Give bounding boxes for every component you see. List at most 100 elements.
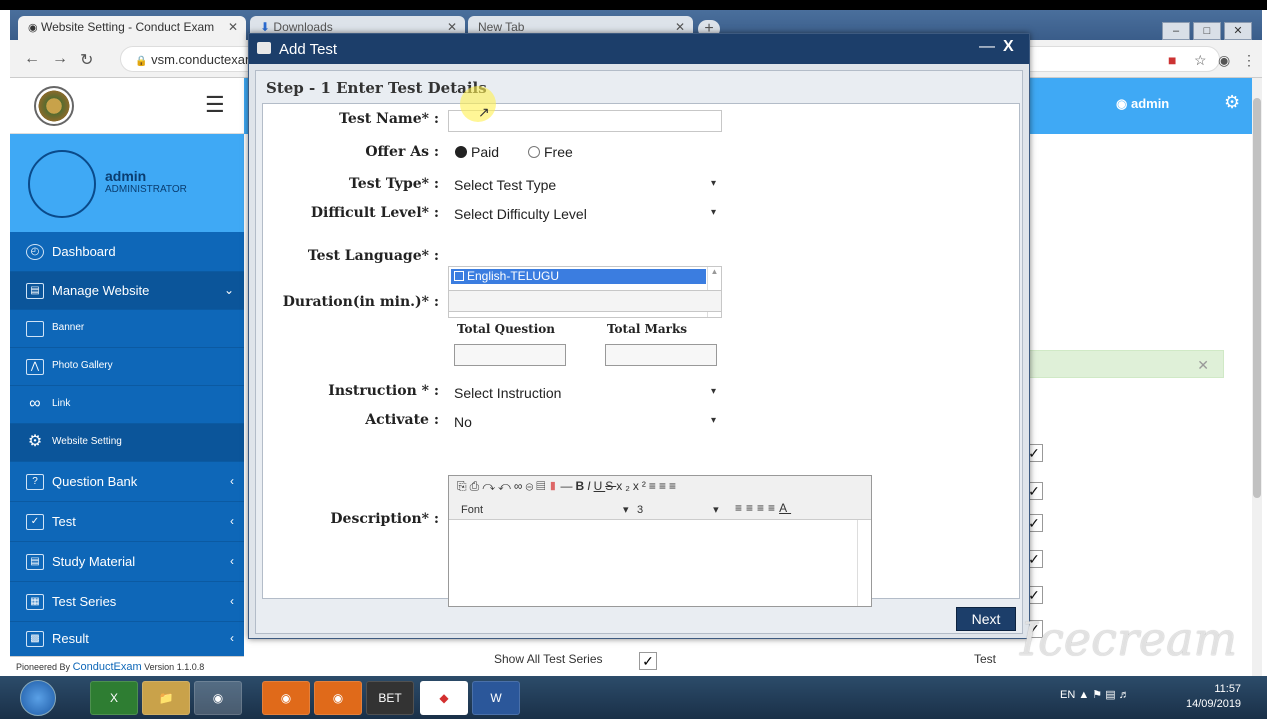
show-all-test-series-label: Show All Test Series [494, 652, 603, 666]
close-icon[interactable]: ✕ [228, 20, 238, 34]
extension-icon[interactable]: ■ [1168, 52, 1176, 68]
font-size-label: 3 [637, 504, 644, 516]
minimize-window-button[interactable]: – [1162, 22, 1190, 40]
tab-website-setting[interactable]: ◉ Website Setting - Conduct Exam ✕ [18, 16, 246, 40]
page-scrollbar[interactable] [1252, 78, 1262, 676]
outdent-icon[interactable]: ≡ [757, 501, 768, 515]
align-left-icon[interactable]: ≡ [649, 479, 659, 493]
total-question-label: Total Question [457, 322, 556, 336]
copy-icon[interactable]: ⎘ [457, 479, 470, 493]
file-explorer-icon[interactable]: 📁 [142, 681, 190, 715]
link-icon[interactable]: ∞ [514, 479, 526, 493]
edit-form-icon [257, 42, 271, 54]
numbered-list-icon[interactable]: ≡ [735, 501, 746, 515]
font-size-select[interactable]: 3 ▾ [637, 503, 719, 516]
subscript-icon[interactable]: x₂ [616, 479, 633, 493]
next-button[interactable]: Next [956, 607, 1016, 631]
flag-icon[interactable]: ⚑ [1092, 689, 1102, 701]
capture-icon[interactable]: ◉ [314, 681, 362, 715]
sidebar: ☰ admin ADMINISTRATOR ◴ Dashboard ▤ Mana… [10, 78, 244, 656]
sidebar-item-manage-website[interactable]: ▤ Manage Website ⌄ [10, 272, 244, 310]
difficulty-level-select[interactable]: Select Difficulty Level ▾ [448, 203, 722, 225]
sidebar-item-study-material[interactable]: ▤ Study Material ‹ [10, 542, 244, 582]
dropdown-caret-icon: ▾ [713, 504, 719, 516]
redo-icon[interactable]: ↷ [482, 479, 498, 493]
close-icon[interactable]: ✕ [447, 20, 457, 34]
eraser-icon[interactable]: ▮ [548, 479, 560, 493]
editor-toolbar-row-1: ⎘⎙↷↶∞⊜▤▮—BIUSx₂x²≡≡≡ [449, 476, 871, 498]
align-right-icon[interactable]: ≡ [669, 479, 679, 493]
chrome-icon[interactable]: ◉ [194, 681, 242, 715]
undo-icon[interactable]: ↶ [498, 479, 514, 493]
total-question-input[interactable] [454, 344, 566, 366]
close-icon[interactable]: ✕ [675, 20, 685, 34]
description-rich-text-editor[interactable]: ⎘⎙↷↶∞⊜▤▮—BIUSx₂x²≡≡≡ Font ▾ 3 ▾ ≡≡≡≡A [448, 475, 872, 607]
bullet-list-icon[interactable]: ≡ [746, 501, 757, 515]
bold-icon[interactable]: B [576, 479, 588, 493]
instruction-select[interactable]: Select Instruction ▾ [448, 382, 722, 404]
indent-icon[interactable]: ≡ [768, 501, 779, 515]
tray-up-arrow-icon[interactable]: ▲ [1078, 689, 1089, 701]
reload-icon[interactable]: ↻ [80, 50, 93, 70]
close-icon[interactable]: ✕ [1197, 357, 1209, 374]
close-window-button[interactable]: ✕ [1224, 22, 1252, 40]
strikethrough-icon[interactable]: S [605, 479, 616, 493]
show-all-test-series-checkbox[interactable]: ✓ [639, 652, 657, 670]
profile-icon[interactable]: ◉ [1218, 52, 1230, 69]
align-center-icon[interactable]: ≡ [659, 479, 669, 493]
test-type-value: Select Test Type [454, 177, 557, 193]
user-role: ADMINISTRATOR [105, 184, 187, 195]
settings-gear-icon[interactable]: ⚙ [1224, 92, 1240, 113]
header-user[interactable]: ◉ admin [1116, 96, 1169, 112]
menu-kebab-icon[interactable]: ⋮ [1242, 52, 1256, 69]
superscript-icon[interactable]: x² [633, 479, 649, 493]
sidebar-item-website-setting[interactable]: ⚙ Website Setting [10, 424, 244, 462]
image-icon[interactable]: ▤ [536, 479, 548, 493]
sidebar-item-label: Test [52, 514, 76, 529]
checkbox-icon [454, 271, 464, 281]
sidebar-item-link[interactable]: ∞ Link [10, 386, 244, 424]
chevron-left-icon: ‹ [230, 594, 234, 608]
offer-free-radio[interactable] [528, 146, 540, 158]
maximize-window-button[interactable]: □ [1193, 22, 1221, 40]
sidebar-item-result[interactable]: ▩ Result ‹ [10, 622, 244, 656]
close-dialog-button[interactable]: X [1003, 38, 1014, 56]
word-icon[interactable]: W [472, 681, 520, 715]
star-icon[interactable]: ☆ [1194, 52, 1207, 69]
code-icon[interactable]: ⊜ [525, 479, 536, 493]
sidebar-item-test[interactable]: ✓ Test ‹ [10, 502, 244, 542]
sidebar-item-test-series[interactable]: ▦ Test Series ‹ [10, 582, 244, 622]
font-select[interactable]: Font ▾ [461, 503, 629, 516]
recorder-icon[interactable]: ◉ [262, 681, 310, 715]
user-profile: admin ADMINISTRATOR [10, 134, 244, 232]
duration-input[interactable] [448, 290, 722, 312]
total-marks-input[interactable] [605, 344, 717, 366]
volume-icon[interactable]: ♬ [1119, 689, 1130, 701]
sidebar-item-photo-gallery[interactable]: ⋀ Photo Gallery [10, 348, 244, 386]
horizontal-rule-icon[interactable]: — [561, 479, 576, 493]
back-icon[interactable]: ← [24, 50, 40, 68]
underline-icon[interactable]: U [594, 479, 606, 493]
language-option-english-telugu[interactable]: English-TELUGU [451, 269, 706, 284]
font-color-icon[interactable]: A [779, 501, 791, 515]
test-type-select[interactable]: Select Test Type ▾ [448, 174, 722, 196]
activate-select[interactable]: No ▾ [448, 411, 722, 433]
sidebar-item-dashboard[interactable]: ◴ Dashboard [10, 232, 244, 272]
clock[interactable]: 11:57 14/09/2019 [1186, 682, 1241, 712]
forward-icon[interactable]: → [52, 50, 68, 68]
red-diamond-app-icon[interactable]: ◆ [420, 681, 468, 715]
hamburger-menu-icon[interactable]: ☰ [205, 92, 225, 118]
sidebar-item-banner[interactable]: Banner [10, 310, 244, 348]
editor-scrollbar[interactable] [857, 520, 871, 606]
bet-app-icon[interactable]: BET [366, 681, 414, 715]
network-icon[interactable]: ▤ [1105, 689, 1115, 701]
sidebar-item-question-bank[interactable]: ? Question Bank ‹ [10, 462, 244, 502]
language-indicator[interactable]: EN [1060, 689, 1075, 701]
scrollbar-thumb[interactable] [1253, 98, 1261, 498]
minimize-dialog-button[interactable]: — [979, 38, 995, 56]
excel-icon[interactable]: X [90, 681, 138, 715]
banner-icon [26, 321, 44, 337]
offer-paid-radio[interactable] [455, 146, 467, 158]
windows-start-icon[interactable] [20, 680, 56, 716]
paste-icon[interactable]: ⎙ [470, 479, 483, 493]
